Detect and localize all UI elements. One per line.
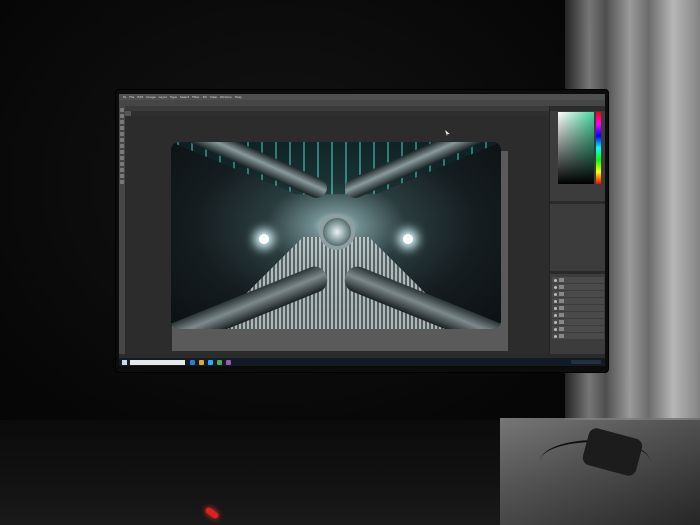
pen-tool-icon[interactable] <box>120 162 124 166</box>
document-tab-bar <box>125 111 549 116</box>
app-icon[interactable] <box>226 359 231 365</box>
eye-icon[interactable] <box>554 278 557 282</box>
layer-row[interactable] <box>552 298 604 304</box>
wall-light-right <box>403 234 413 244</box>
eye-icon[interactable] <box>554 306 557 310</box>
layer-thumbnail <box>559 306 564 310</box>
eye-icon[interactable] <box>554 285 557 289</box>
browser-icon[interactable] <box>217 359 222 365</box>
eyedropper-tool-icon[interactable] <box>120 132 124 136</box>
layer-thumbnail <box>559 313 564 317</box>
layer-thumbnail <box>559 334 564 338</box>
layers-panel <box>550 276 605 354</box>
system-tray[interactable] <box>571 360 601 364</box>
layer-thumbnail <box>559 320 564 324</box>
windows-taskbar <box>119 358 605 366</box>
monitor-screen: Ps File Edit Image Layer Type Select Fil… <box>119 94 605 366</box>
layer-row[interactable] <box>552 305 604 311</box>
layer-thumbnail <box>559 278 564 282</box>
eraser-tool-icon[interactable] <box>120 150 124 154</box>
color-field[interactable] <box>558 112 594 184</box>
eye-icon[interactable] <box>554 299 557 303</box>
hand-tool-icon[interactable] <box>120 174 124 178</box>
right-panels <box>549 106 605 354</box>
layer-thumbnail <box>559 327 564 331</box>
type-tool-icon[interactable] <box>120 168 124 172</box>
eye-icon[interactable] <box>554 327 557 331</box>
layer-row[interactable] <box>552 291 604 297</box>
layer-row[interactable] <box>552 312 604 318</box>
lasso-tool-icon[interactable] <box>120 120 124 124</box>
file-explorer-icon[interactable] <box>190 359 195 365</box>
layer-row[interactable] <box>552 284 604 290</box>
marquee-tool-icon[interactable] <box>120 114 124 118</box>
folder-icon[interactable] <box>199 359 204 365</box>
layer-thumbnail <box>559 285 564 289</box>
crop-tool-icon[interactable] <box>120 126 124 130</box>
eye-icon[interactable] <box>554 320 557 324</box>
search-icon[interactable] <box>130 359 185 365</box>
hue-slider[interactable] <box>596 112 601 184</box>
corridor-portal-ring <box>319 214 355 250</box>
layer-thumbnail <box>559 292 564 296</box>
document-tab[interactable] <box>125 111 131 116</box>
stamp-tool-icon[interactable] <box>120 144 124 148</box>
photoshop-icon[interactable] <box>208 359 213 365</box>
layer-row[interactable] <box>552 326 604 332</box>
layer-thumbnail <box>559 299 564 303</box>
layer-row[interactable] <box>552 277 604 283</box>
eye-icon[interactable] <box>554 334 557 338</box>
move-tool-icon[interactable] <box>120 108 124 112</box>
brush-tool-icon[interactable] <box>120 138 124 142</box>
color-panel-header <box>550 106 605 111</box>
panel-divider <box>550 201 605 204</box>
layer-row[interactable] <box>552 333 604 339</box>
layer-row[interactable] <box>552 319 604 325</box>
zoom-tool-icon[interactable] <box>120 180 124 184</box>
eye-icon[interactable] <box>554 292 557 296</box>
gradient-tool-icon[interactable] <box>120 156 124 160</box>
start-icon[interactable] <box>122 359 127 365</box>
eye-icon[interactable] <box>554 313 557 317</box>
panel-divider <box>550 271 605 274</box>
sci-fi-corridor-image[interactable] <box>171 142 501 329</box>
options-bar <box>119 100 605 106</box>
wall-light-left <box>259 234 269 244</box>
